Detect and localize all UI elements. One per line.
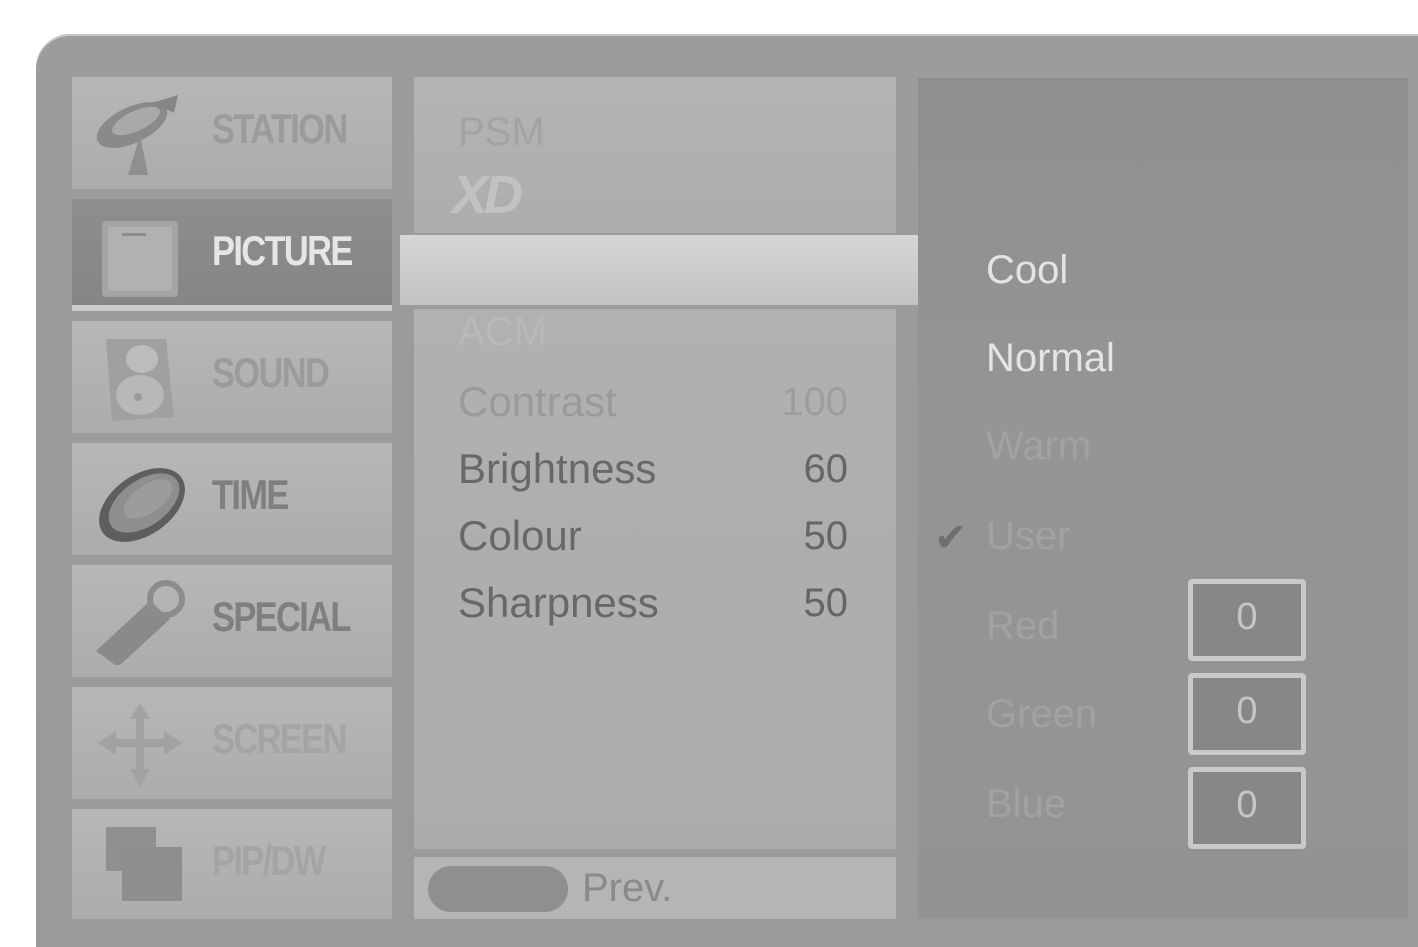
setting-value: 100 bbox=[781, 380, 848, 424]
psm-label[interactable]: PSM bbox=[458, 110, 545, 155]
category-screen[interactable]: SCREEN bbox=[72, 687, 392, 799]
user-red-label: Red bbox=[986, 604, 1060, 648]
prev-label: Prev. bbox=[582, 866, 673, 910]
acm-label[interactable]: ACM bbox=[458, 310, 547, 355]
satellite-dish-icon bbox=[96, 95, 178, 175]
ct-option-user[interactable]: User bbox=[986, 514, 1070, 559]
category-pip[interactable]: PIP/DW bbox=[72, 809, 392, 919]
ct-option-cool[interactable]: Cool bbox=[986, 248, 1068, 293]
setting-value: 50 bbox=[803, 514, 849, 558]
category-special[interactable]: SPECIAL bbox=[72, 565, 392, 677]
prev-button-icon[interactable] bbox=[428, 866, 568, 912]
category-label: SCREEN bbox=[212, 715, 347, 762]
key-tag-icon bbox=[96, 580, 185, 665]
user-blue-label: Blue bbox=[986, 782, 1067, 826]
user-red-value[interactable]: 0 bbox=[1188, 579, 1306, 661]
setting-label: Brightness bbox=[458, 445, 657, 492]
category-time[interactable]: TIME bbox=[72, 443, 392, 555]
xd-label[interactable]: XD bbox=[452, 164, 523, 226]
picture-frame-icon bbox=[102, 221, 178, 297]
category-station[interactable]: STATION bbox=[72, 77, 392, 189]
overlapping-windows-icon bbox=[106, 827, 182, 901]
speaker-icon bbox=[106, 339, 174, 421]
category-label: TIME bbox=[212, 471, 289, 518]
user-green-value[interactable]: 0 bbox=[1188, 673, 1306, 755]
user-blue-value[interactable]: 0 bbox=[1188, 767, 1306, 849]
category-sound[interactable]: SOUND bbox=[72, 321, 392, 433]
setting-value: 60 bbox=[803, 447, 849, 491]
category-label: STATION bbox=[212, 105, 348, 152]
ct-option-normal[interactable]: Normal bbox=[986, 336, 1115, 381]
checkmark-icon: ✔ bbox=[934, 516, 968, 560]
category-label: PICTURE bbox=[212, 227, 353, 274]
setting-label: Sharpness bbox=[458, 579, 659, 626]
highlighted-menu-item[interactable] bbox=[400, 235, 926, 305]
move-arrows-icon bbox=[98, 703, 182, 787]
setting-label: Contrast bbox=[458, 378, 617, 425]
category-picture[interactable]: PICTURE bbox=[72, 199, 392, 311]
setting-label: Colour bbox=[458, 512, 582, 559]
user-green-label: Green bbox=[986, 692, 1098, 736]
category-label: PIP/DW bbox=[212, 837, 326, 884]
setting-value: 50 bbox=[803, 581, 849, 625]
ct-option-warm[interactable]: Warm bbox=[986, 424, 1091, 469]
category-label: SPECIAL bbox=[212, 593, 351, 640]
category-label: SOUND bbox=[212, 349, 330, 396]
clock-disc-icon bbox=[99, 468, 185, 542]
